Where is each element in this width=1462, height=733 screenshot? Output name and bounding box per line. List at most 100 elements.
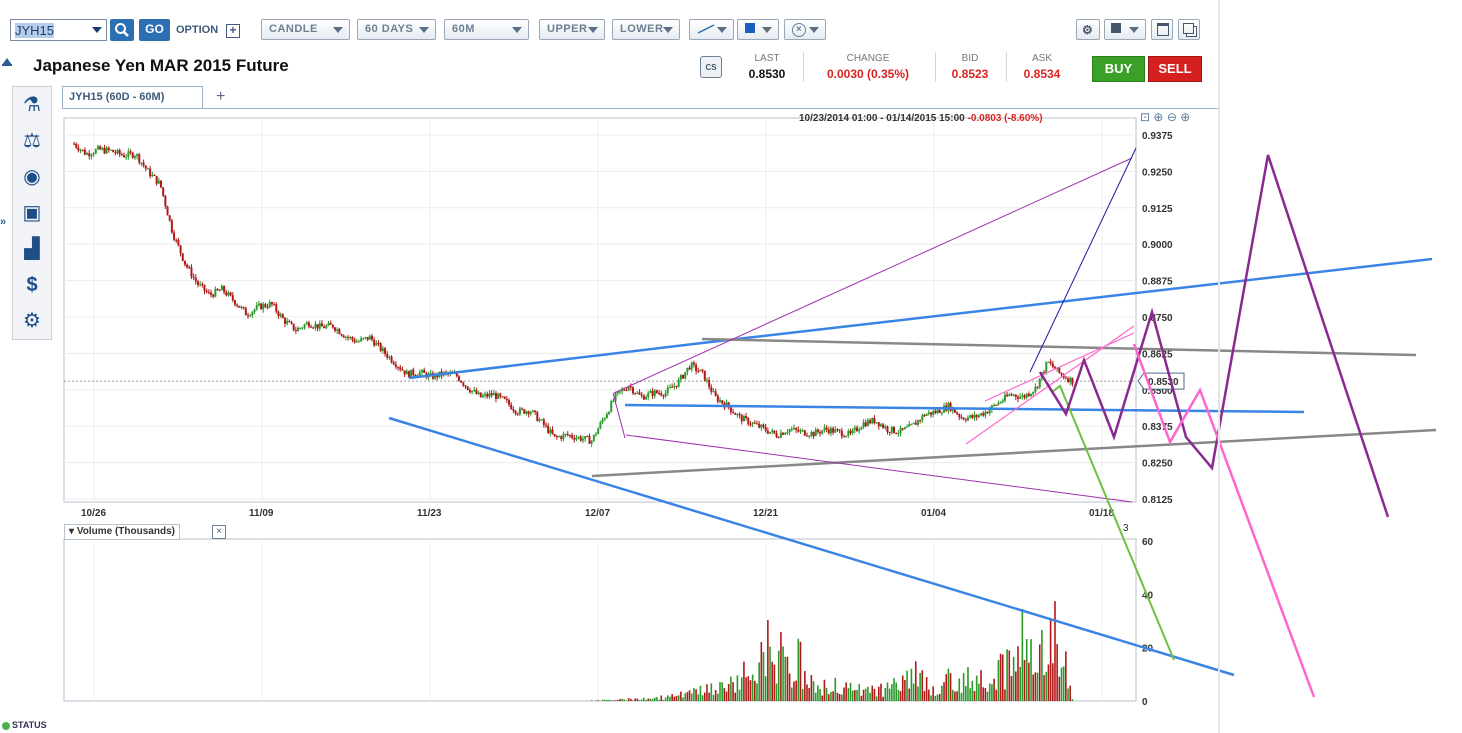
candle (1012, 393, 1015, 397)
volume-bar (754, 680, 756, 701)
volume-bar (830, 691, 832, 701)
candle-body (146, 168, 149, 170)
candle (738, 412, 741, 419)
candle (457, 374, 460, 382)
candle-body (388, 356, 391, 358)
zoom-out-icon[interactable]: ⊖ (1167, 110, 1177, 124)
volume-bar (999, 653, 1002, 701)
candle (464, 385, 467, 389)
candle-body (386, 353, 389, 358)
candle-body (958, 414, 961, 418)
candle (270, 301, 273, 307)
zoom-in-icon[interactable]: ⊕ (1180, 110, 1190, 124)
zoom-reset-icon[interactable]: ⊕ (1153, 110, 1163, 124)
volume-bar (601, 699, 604, 701)
volume-bar (849, 682, 852, 701)
volume-bar (667, 695, 669, 701)
candle-body (1019, 396, 1022, 399)
candle-body (270, 302, 273, 305)
candle-body (373, 339, 376, 346)
candle (701, 368, 704, 374)
candle (1071, 377, 1074, 387)
candle-body (812, 432, 815, 437)
candle (895, 432, 898, 435)
candle-body (703, 370, 706, 381)
candle (760, 424, 763, 431)
candle-body (921, 415, 924, 421)
candle-body (995, 404, 998, 406)
candle-body (603, 418, 606, 420)
volume-bar (823, 679, 826, 701)
candle (255, 301, 258, 311)
candle (832, 426, 835, 435)
volume-bar (721, 682, 723, 701)
close-icon[interactable]: × (212, 525, 226, 539)
candle-body (632, 387, 635, 394)
volume-bar (995, 689, 998, 701)
candle-body (360, 338, 363, 342)
candle (362, 337, 365, 341)
volume-bar (636, 698, 639, 701)
price-chart[interactable]: 0.9375 0.9250 0.9125 0.9000 0.8875 0.8750 0.86… (0, 0, 1462, 733)
candle-body (131, 152, 134, 158)
candle (164, 194, 167, 210)
volume-bar (706, 684, 708, 701)
candle (1014, 394, 1017, 401)
volume-bar (771, 661, 774, 701)
candle (286, 317, 289, 326)
candle (632, 385, 635, 396)
candle-body (190, 267, 193, 277)
volume-bar (690, 693, 693, 701)
candle (166, 205, 169, 216)
candle (101, 146, 104, 151)
candle (503, 396, 506, 400)
zoom-fit-icon[interactable]: ⊡ (1140, 110, 1150, 124)
x-tick-label: 12/21 (753, 508, 778, 519)
candle (829, 426, 832, 437)
candle-body (510, 404, 513, 410)
volume-bar (1038, 644, 1041, 701)
volume-bar (908, 688, 911, 701)
candle (658, 389, 661, 396)
candle (238, 305, 241, 308)
candle (384, 346, 387, 357)
candle-body (601, 419, 604, 423)
candle-body (327, 322, 330, 326)
candle-body (612, 400, 615, 402)
candle (225, 289, 228, 297)
candle-body (375, 342, 378, 346)
candle-body (901, 428, 904, 430)
volume-bar (862, 689, 865, 701)
trendline (408, 257, 1433, 380)
volume-bar (627, 698, 630, 701)
candle (99, 145, 102, 150)
candle (127, 148, 130, 160)
last-price-label: 0.8530 (1148, 377, 1179, 388)
candle (588, 433, 591, 444)
candle-body (75, 143, 78, 148)
volume-bar (814, 692, 817, 701)
candle-body (584, 436, 587, 439)
candle-body (492, 393, 495, 396)
candle-body (842, 436, 845, 438)
candle (492, 389, 495, 396)
candle-body (821, 430, 824, 434)
volume-bar (649, 698, 652, 701)
price-panel-frame (63, 117, 1137, 503)
candle-body (381, 348, 384, 351)
candle (112, 149, 115, 153)
volume-bar (782, 646, 784, 701)
candle-body (575, 437, 578, 440)
candle-body (679, 375, 682, 380)
volume-bar (743, 661, 745, 701)
candle (736, 413, 739, 418)
candle (605, 411, 608, 419)
candle (264, 302, 267, 309)
candle-body (503, 396, 506, 399)
candle-body (888, 431, 891, 433)
volume-bar (1069, 685, 1071, 701)
candle-body (708, 380, 711, 388)
volume-bar (973, 690, 976, 701)
volume-bar (882, 696, 884, 701)
candle-body (316, 324, 319, 329)
